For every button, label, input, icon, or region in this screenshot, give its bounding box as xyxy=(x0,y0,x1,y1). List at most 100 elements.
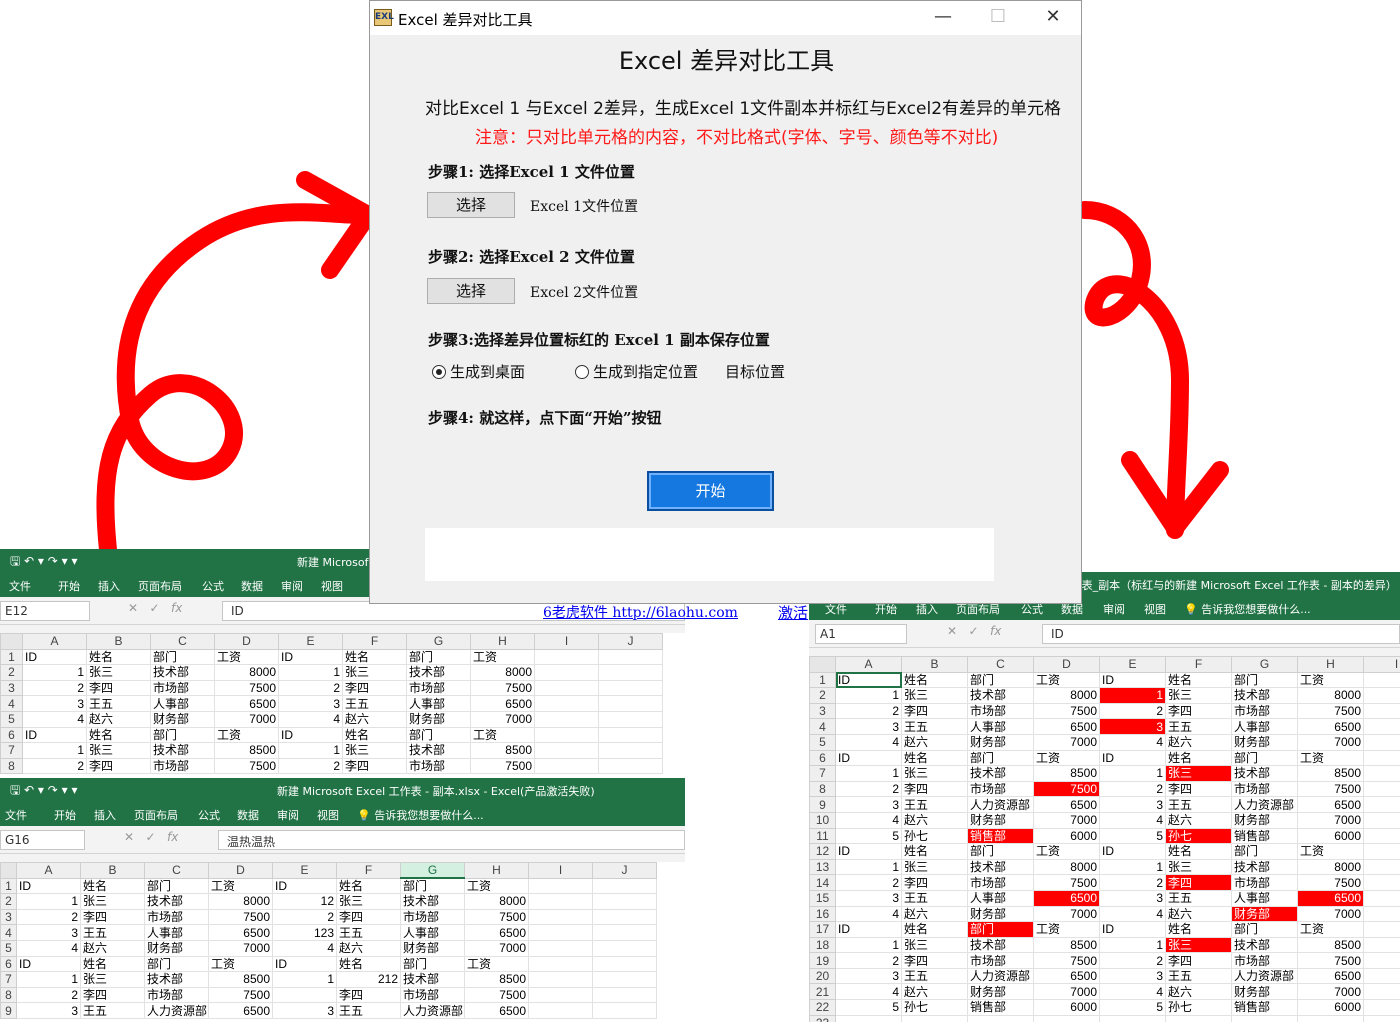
cell-J8[interactable] xyxy=(592,986,657,1004)
cell-G6[interactable]: 部门 xyxy=(406,726,471,744)
cell-C22[interactable]: 销售部 xyxy=(967,999,1034,1016)
cell-I2[interactable] xyxy=(534,664,599,681)
cell-E20[interactable]: 3 xyxy=(1099,967,1166,985)
cell-A3[interactable]: 2 xyxy=(16,908,81,926)
ribbon-tab-2[interactable]: 插入 xyxy=(94,807,116,823)
row-header[interactable]: 16 xyxy=(809,905,836,923)
cell-C15[interactable]: 人事部 xyxy=(967,889,1034,907)
column-header-H[interactable]: H xyxy=(464,862,529,879)
spreadsheet-grid[interactable]: A B C D E F G H I 1 ID 姓名 部门 工资 ID 姓名 部门 工资 2 1 张三 技术部 8000 1 张三… xyxy=(809,656,1400,1022)
cell-D2[interactable]: 8000 xyxy=(1033,687,1100,704)
cell-E10[interactable]: 4 xyxy=(1099,811,1166,829)
row-header[interactable]: 13 xyxy=(809,858,836,876)
cell-E8[interactable]: 2 xyxy=(1099,780,1166,798)
cell-C7[interactable]: 技术部 xyxy=(144,971,209,988)
column-header-J[interactable]: J xyxy=(598,633,663,650)
cell-E5[interactable]: 4 xyxy=(1099,733,1166,751)
cell-H8[interactable]: 7500 xyxy=(1297,780,1364,798)
cell-D3[interactable]: 7500 xyxy=(208,908,273,926)
cell-C8[interactable]: 市场部 xyxy=(144,986,209,1004)
cell-B8[interactable]: 李四 xyxy=(86,757,151,775)
cell-F5[interactable]: 赵六 xyxy=(336,939,401,957)
cell-C19[interactable]: 市场部 xyxy=(967,952,1034,969)
column-header-B[interactable]: B xyxy=(86,633,151,650)
cell-C11[interactable]: 销售部 xyxy=(967,827,1034,845)
row-header[interactable]: 1 xyxy=(0,648,23,666)
row-header[interactable]: 5 xyxy=(0,710,23,728)
cell-D6[interactable]: 工资 xyxy=(214,726,279,744)
cell-B5[interactable]: 赵六 xyxy=(80,939,145,957)
row-header[interactable]: 3 xyxy=(0,679,23,697)
cell-C17[interactable]: 部门 xyxy=(967,921,1034,938)
cell-G9[interactable]: 人力资源部 xyxy=(400,1002,465,1019)
cell-C4[interactable]: 人事部 xyxy=(144,924,209,941)
cell-A5[interactable]: 4 xyxy=(835,733,902,751)
column-header-G[interactable]: G xyxy=(406,633,471,650)
cell-I4[interactable] xyxy=(534,695,599,712)
cell-E7[interactable]: 1 xyxy=(1099,765,1166,782)
ribbon-tab-0[interactable]: 文件 xyxy=(9,578,31,594)
cell-C1[interactable]: 部门 xyxy=(967,671,1034,689)
cell-D4[interactable]: 6500 xyxy=(214,695,279,712)
cell-A5[interactable]: 4 xyxy=(22,710,87,728)
cell-C6[interactable]: 部门 xyxy=(150,726,215,744)
cell-B2[interactable]: 张三 xyxy=(901,687,968,704)
cell-F18[interactable]: 张三 xyxy=(1165,936,1232,954)
cell-A3[interactable]: 2 xyxy=(22,679,87,697)
cell-D8[interactable]: 7500 xyxy=(1033,780,1100,798)
cell-E23[interactable] xyxy=(1099,1014,1166,1022)
cell-C5[interactable]: 财务部 xyxy=(967,733,1034,751)
cell-I1[interactable] xyxy=(528,877,593,895)
cell-G1[interactable]: 部门 xyxy=(1231,671,1298,689)
cell-B2[interactable]: 张三 xyxy=(86,664,151,681)
cell-G7[interactable]: 技术部 xyxy=(1231,765,1298,782)
cell-I19[interactable] xyxy=(1363,952,1400,969)
cell-B15[interactable]: 王五 xyxy=(901,889,968,907)
cell-I6[interactable] xyxy=(534,726,599,744)
row-header[interactable]: 2 xyxy=(0,893,17,910)
cell-F5[interactable]: 赵六 xyxy=(1165,733,1232,751)
cell-A7[interactable]: 1 xyxy=(16,971,81,988)
cell-G6[interactable]: 部门 xyxy=(400,955,465,973)
cell-F16[interactable]: 赵六 xyxy=(1165,905,1232,923)
cell-G14[interactable]: 市场部 xyxy=(1231,874,1298,891)
cell-B9[interactable]: 王五 xyxy=(901,796,968,813)
activate-link[interactable]: 激活 xyxy=(778,602,809,623)
cell-J1[interactable] xyxy=(598,648,663,666)
cell-D23[interactable] xyxy=(1033,1014,1100,1022)
cell-B16[interactable]: 赵六 xyxy=(901,905,968,923)
cell-I5[interactable] xyxy=(528,939,593,957)
column-header-H[interactable]: H xyxy=(470,633,535,650)
cell-B5[interactable]: 赵六 xyxy=(901,733,968,751)
cell-G4[interactable]: 人事部 xyxy=(1231,718,1298,735)
cell-E3[interactable]: 2 xyxy=(1099,702,1166,720)
row-header[interactable]: 4 xyxy=(0,924,17,941)
cell-C16[interactable]: 财务部 xyxy=(967,905,1034,923)
cell-G8[interactable]: 市场部 xyxy=(406,757,471,775)
column-header-D[interactable]: D xyxy=(208,862,273,879)
cell-F13[interactable]: 张三 xyxy=(1165,858,1232,876)
cell-B7[interactable]: 张三 xyxy=(901,765,968,782)
cell-D9[interactable]: 6500 xyxy=(208,1002,273,1019)
cell-B11[interactable]: 孙七 xyxy=(901,827,968,845)
cell-D6[interactable]: 工资 xyxy=(1033,749,1100,767)
cell-G18[interactable]: 技术部 xyxy=(1231,936,1298,954)
cell-A2[interactable]: 1 xyxy=(835,687,902,704)
ribbon-tab-7[interactable]: 视图 xyxy=(317,807,339,823)
cell-B2[interactable]: 张三 xyxy=(80,893,145,910)
cell-E21[interactable]: 4 xyxy=(1099,983,1166,1001)
column-header-H[interactable]: H xyxy=(1297,656,1364,673)
column-header-A[interactable]: A xyxy=(835,656,902,673)
radio-custom-location[interactable]: 生成到指定位置 xyxy=(575,361,698,382)
cell-I6[interactable] xyxy=(528,955,593,973)
column-header-J[interactable]: J xyxy=(592,862,657,879)
cell-H12[interactable]: 工资 xyxy=(1297,843,1364,860)
cell-J6[interactable] xyxy=(592,955,657,973)
step2-select-button[interactable]: 选择 xyxy=(427,278,515,304)
cell-F11[interactable]: 孙七 xyxy=(1165,827,1232,845)
cell-H23[interactable] xyxy=(1297,1014,1364,1022)
row-header[interactable]: 7 xyxy=(0,742,23,759)
cell-C18[interactable]: 技术部 xyxy=(967,936,1034,954)
cell-H9[interactable]: 6500 xyxy=(1297,796,1364,813)
cell-E5[interactable]: 4 xyxy=(278,710,343,728)
